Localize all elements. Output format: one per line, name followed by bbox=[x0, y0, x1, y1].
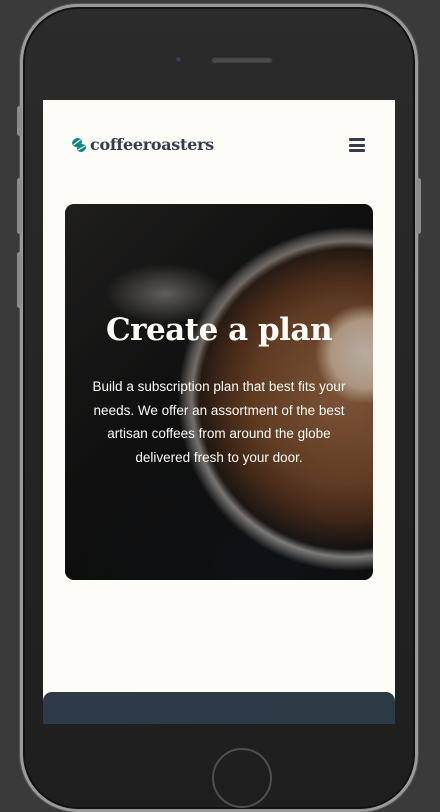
volume-up-button bbox=[17, 178, 22, 234]
how-it-works-section bbox=[43, 692, 395, 724]
home-button[interactable] bbox=[212, 748, 272, 808]
logo-link[interactable]: coffeeroasters bbox=[71, 135, 214, 154]
hamburger-menu-icon[interactable] bbox=[349, 138, 365, 152]
screen: coffeeroasters Create a plan Build a sub… bbox=[43, 100, 395, 724]
speaker-grille bbox=[211, 56, 273, 63]
volume-down-button bbox=[17, 252, 22, 308]
site-header: coffeeroasters bbox=[43, 100, 395, 188]
camera-icon bbox=[175, 56, 182, 63]
coffee-beans-icon bbox=[72, 137, 86, 152]
power-button bbox=[416, 178, 421, 234]
hero-description: Build a subscription plan that best fits… bbox=[92, 379, 346, 465]
brand-name: coffeeroasters bbox=[90, 135, 214, 154]
mute-switch bbox=[17, 106, 22, 136]
hero-title: Create a plan bbox=[105, 312, 333, 348]
hero-banner: Create a plan Build a subscription plan … bbox=[65, 204, 373, 580]
